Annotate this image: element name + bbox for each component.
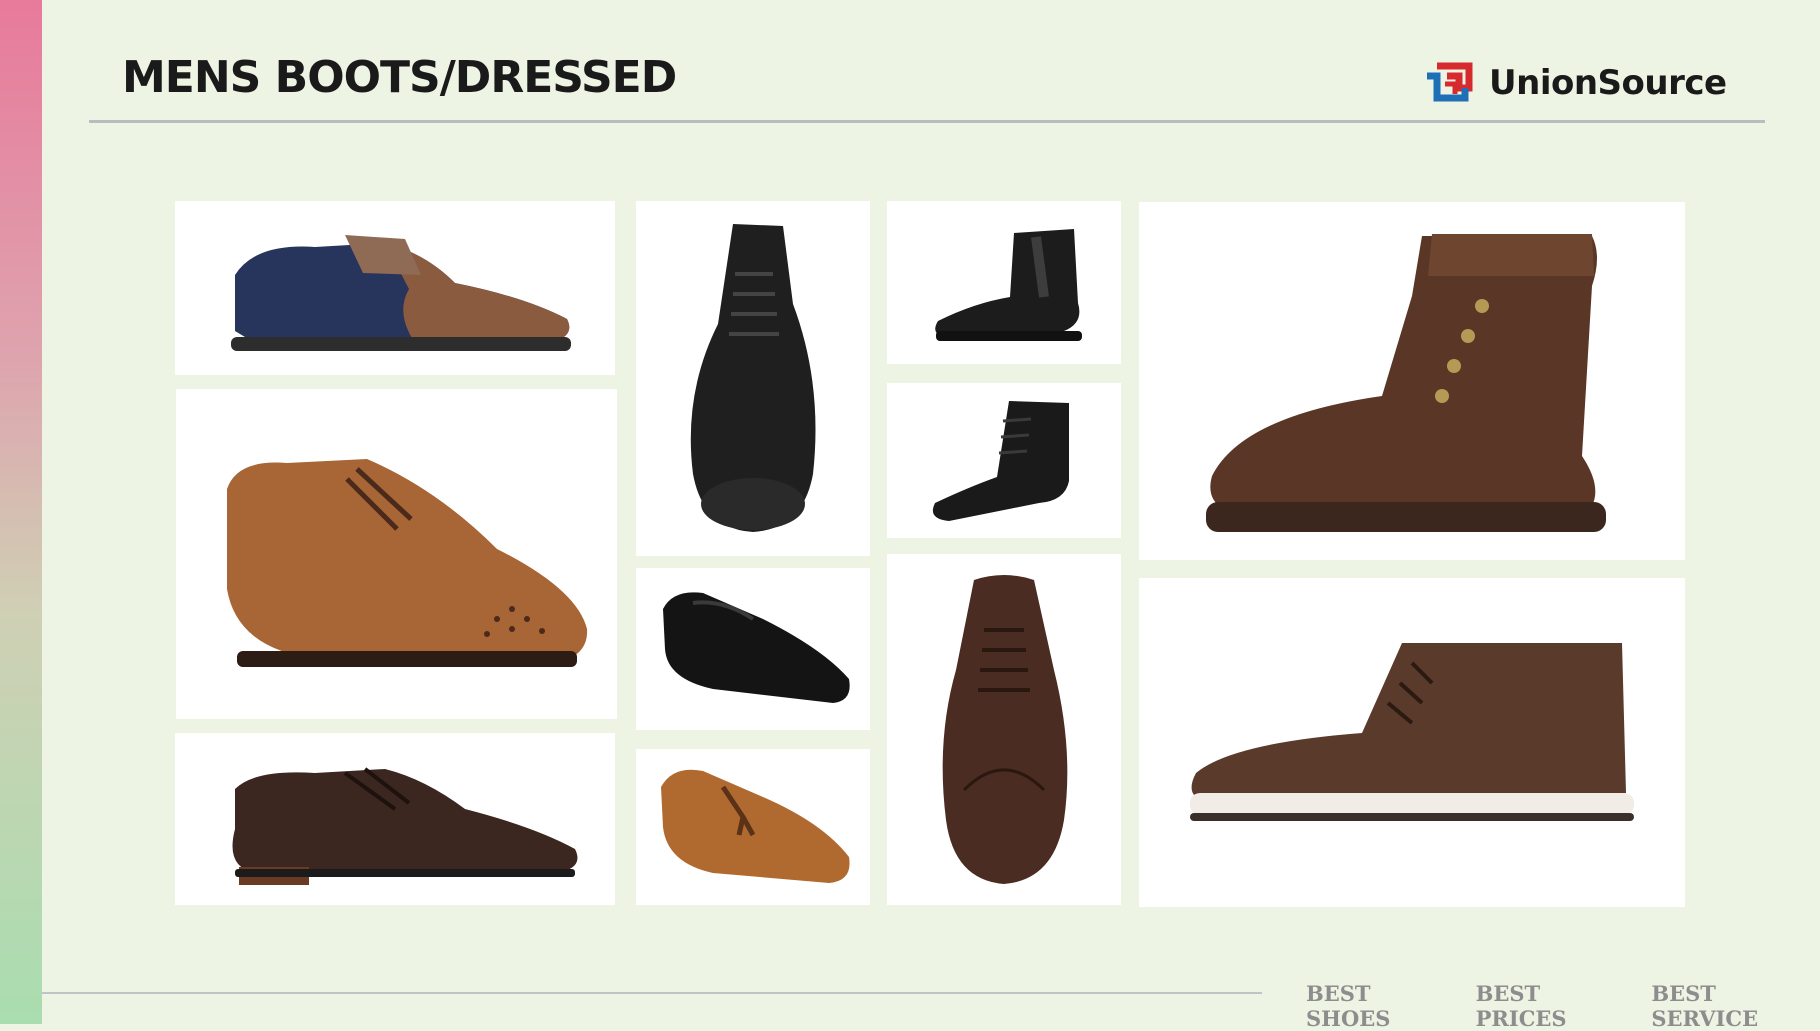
oxford-shoe-icon xyxy=(231,235,571,351)
wingtip-shoe-icon xyxy=(226,459,587,667)
sneaker-boot-icon xyxy=(1190,642,1634,821)
product-tile[interactable] xyxy=(1139,578,1685,907)
derby-front-icon xyxy=(942,574,1068,884)
page-title: MENS BOOTS/DRESSED xyxy=(122,52,677,103)
side-gradient-strip xyxy=(0,0,42,1024)
product-tile[interactable] xyxy=(175,733,615,905)
product-tile[interactable] xyxy=(175,201,615,375)
product-tile[interactable] xyxy=(636,568,870,730)
footer-divider xyxy=(42,992,1262,994)
brand-name: UnionSource xyxy=(1489,63,1727,103)
derby-shoe-icon xyxy=(232,767,578,885)
product-tile[interactable] xyxy=(887,383,1121,538)
chelsea-boot-icon xyxy=(935,228,1082,341)
work-boot-icon xyxy=(1206,234,1606,532)
chukka-boot-front-icon xyxy=(690,223,816,532)
unionsource-logo-icon xyxy=(1427,62,1473,102)
product-tile[interactable] xyxy=(1139,202,1685,560)
product-tile[interactable] xyxy=(636,201,870,556)
product-tile[interactable] xyxy=(636,749,870,905)
tassel-loafer-icon xyxy=(661,769,850,883)
product-tile[interactable] xyxy=(887,201,1121,364)
product-tile[interactable] xyxy=(887,554,1121,905)
lace-boot-icon xyxy=(932,400,1069,521)
header-divider xyxy=(89,120,1765,123)
brand-logo: UnionSource xyxy=(1423,58,1727,108)
slip-on-shoe-icon xyxy=(663,592,850,703)
product-tile[interactable] xyxy=(176,389,617,719)
